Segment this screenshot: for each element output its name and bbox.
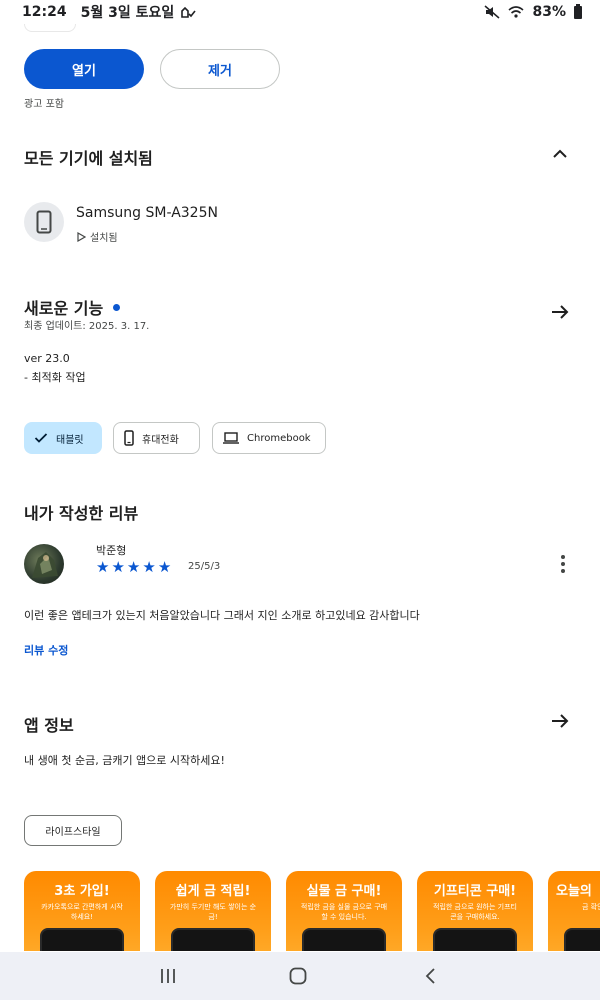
status-bar: 12:24 5월 3일 토요일 83%	[0, 0, 600, 24]
screenshot-subtitle: 적립한 금으로 원하는 기프티콘을 구매하세요.	[433, 903, 517, 921]
chip-tablet-label: 태블릿	[56, 434, 84, 446]
star-icon: ★	[126, 558, 141, 576]
screenshot-phone-frame	[433, 928, 517, 951]
star-icon: ★	[142, 558, 156, 576]
screenshot-carousel[interactable]: 3초 가입! 카카오톡으로 간편하게 시작하세요! 쉽게 금 적립! 가만히 두…	[24, 871, 600, 951]
battery-icon	[574, 3, 582, 19]
avatar	[24, 544, 64, 584]
screenshot-title: 실물 금 구매!	[306, 884, 382, 899]
screenshot-subtitle: 가만히 두기만 해도 쌓이는 순금!	[169, 903, 257, 921]
status-date: 5월 3일 토요일	[80, 5, 175, 21]
reviewer-name: 박준형	[96, 544, 127, 557]
more-options-icon[interactable]	[557, 555, 569, 575]
screenshot-subtitle: 적립한 금을 실물 금으로 구매 할 수 있습니다.	[300, 903, 388, 921]
screenshot-phone-frame	[40, 928, 124, 951]
recent-apps-icon[interactable]	[158, 966, 178, 986]
device-avatar	[24, 202, 64, 242]
chip-phone-label: 휴대전화	[142, 434, 179, 446]
edit-review-link[interactable]: 리뷰 수정	[24, 642, 68, 658]
screenshot-subtitle: 카카오톡으로 간편하게 시작하세요!	[41, 903, 123, 921]
battery-percent: 83%	[532, 4, 566, 20]
star-icon: ★	[96, 558, 110, 576]
screenshot-title: 오늘의	[556, 884, 592, 899]
chip-tablet[interactable]: 태블릿	[24, 422, 102, 454]
star-icon: ★	[157, 558, 172, 576]
review-text: 이런 좋은 앱테크가 있는지 처음알았습니다 그래서 지인 소개로 하고있네요 …	[24, 609, 420, 622]
screenshot-phone-frame	[302, 928, 386, 951]
screenshot-phone-frame	[171, 928, 255, 951]
mute-icon	[484, 5, 500, 19]
screenshot-card[interactable]: 기프티콘 구매! 적립한 금으로 원하는 기프티콘을 구매하세요.	[417, 871, 533, 951]
screenshot-phone-frame	[564, 928, 600, 951]
review-rating: ★ ★ ★ ★ ★	[96, 559, 171, 575]
screenshot-card[interactable]: 오늘의 금 확인	[548, 871, 600, 951]
status-time: 12:24	[22, 4, 67, 20]
contains-ads-note: 광고 포함	[24, 99, 64, 110]
installed-section-title: 모든 기기에 설치됨	[24, 149, 153, 168]
app-info-title[interactable]: 앱 정보	[24, 712, 74, 736]
arrow-right-icon[interactable]	[550, 711, 570, 731]
scrolled-header-edge	[24, 24, 76, 32]
phone-icon	[124, 430, 134, 446]
chevron-up-icon[interactable]	[551, 148, 569, 160]
uninstall-button[interactable]: 제거	[160, 49, 280, 89]
check-icon	[34, 433, 48, 443]
my-review-title: 내가 작성한 리뷰	[24, 504, 139, 523]
screenshot-title: 3초 가입!	[54, 884, 110, 899]
review-date: 25/5/3	[188, 561, 221, 572]
screenshot-title: 쉽게 금 적립!	[175, 884, 251, 899]
last-updated: 최종 업데이트: 2025. 3. 17.	[24, 321, 150, 332]
chip-chromebook-label: Chromebook	[247, 432, 311, 444]
app-description: 내 생애 첫 순금, 금캐기 앱으로 시작하세요!	[24, 754, 225, 767]
version-text: ver 23.0	[24, 352, 70, 365]
release-notes: - 최적화 작업	[24, 371, 86, 384]
phone-icon	[36, 210, 52, 234]
star-icon: ★	[111, 558, 125, 576]
whats-new-title-text: 새로운 기능	[24, 299, 104, 318]
device-install-status: 설치됨	[76, 229, 118, 244]
wifi-icon	[508, 6, 525, 18]
arrow-right-icon[interactable]	[550, 302, 570, 322]
open-button[interactable]: 열기	[24, 49, 144, 89]
screenshot-title: 기프티콘 구매!	[433, 884, 517, 899]
screenshot-card[interactable]: 실물 금 구매! 적립한 금을 실물 금으로 구매 할 수 있습니다.	[286, 871, 402, 951]
play-outline-icon	[77, 231, 86, 242]
cloud-check-icon	[181, 6, 196, 18]
category-chip[interactable]: 라이프스타일	[24, 815, 122, 846]
screenshot-subtitle: 금 확인	[582, 903, 600, 911]
whats-new-title[interactable]: 새로운 기능	[24, 295, 121, 319]
laptop-icon	[223, 432, 239, 444]
new-indicator-dot	[113, 304, 121, 311]
device-status-label: 설치됨	[90, 233, 118, 244]
back-icon[interactable]	[421, 966, 441, 986]
device-name: Samsung SM-A325N	[76, 205, 218, 221]
home-icon[interactable]	[288, 966, 308, 986]
chip-phone[interactable]: 휴대전화	[113, 422, 200, 454]
screenshot-card[interactable]: 쉽게 금 적립! 가만히 두기만 해도 쌓이는 순금!	[155, 871, 271, 951]
chip-chromebook[interactable]: Chromebook	[212, 422, 326, 454]
screenshot-card[interactable]: 3초 가입! 카카오톡으로 간편하게 시작하세요!	[24, 871, 140, 951]
